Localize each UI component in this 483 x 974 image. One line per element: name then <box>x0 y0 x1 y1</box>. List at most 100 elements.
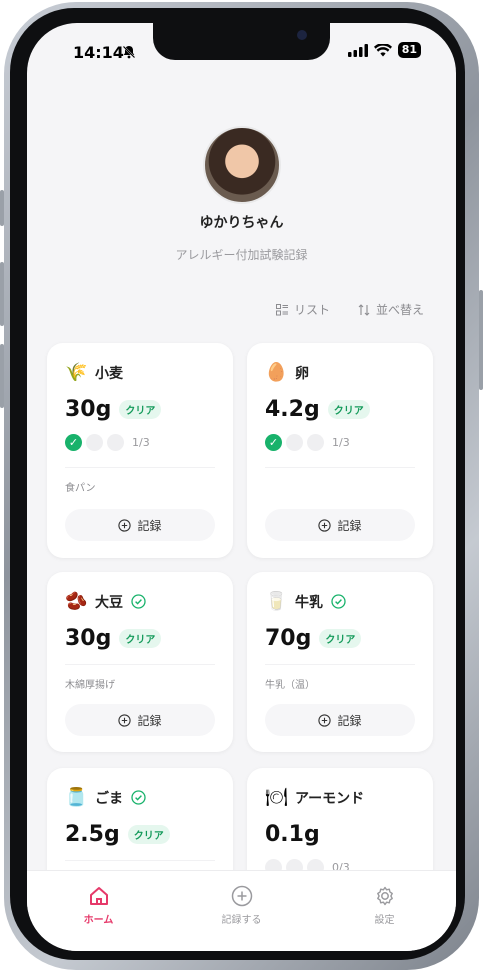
amount-row: 4.2g クリア <box>265 397 370 422</box>
amount-value: 30g <box>65 397 112 422</box>
amount-value: 4.2g <box>265 397 320 422</box>
plate-icon: 🍽 <box>265 787 288 808</box>
camera-lens <box>297 30 307 40</box>
food-note: 木綿厚揚げ <box>65 680 115 691</box>
divider <box>265 467 415 468</box>
food-name: 大豆 <box>95 594 123 611</box>
amount-value: 30g <box>65 626 112 651</box>
food-name: 卵 <box>295 365 309 382</box>
record-label: 記録 <box>337 713 362 728</box>
record-label: 記録 <box>137 518 162 533</box>
progress-dot-done: ✓ <box>265 434 282 451</box>
progress-dot <box>86 434 103 451</box>
milk-icon: 🥛 <box>265 591 288 612</box>
allergen-card-soy[interactable]: 🫘 大豆 30g クリア 木綿厚揚げ 記録 <box>47 572 233 752</box>
record-button[interactable]: 記録 <box>265 509 415 541</box>
allergen-card-egg[interactable]: 🥚 卵 4.2g クリア ✓ 1/3 記録 <box>247 343 433 558</box>
status-indicators: 81 <box>347 42 421 58</box>
tab-record-label: 記録する <box>221 915 262 926</box>
tab-settings-label: 設定 <box>374 915 395 926</box>
egg-icon: 🥚 <box>265 362 288 383</box>
avatar[interactable] <box>202 126 281 204</box>
profile-name: ゆかりちゃん <box>199 215 284 231</box>
tab-home[interactable]: ホーム <box>49 871 149 951</box>
divider <box>65 467 215 468</box>
record-button[interactable]: 記録 <box>265 704 415 736</box>
wheat-icon: 🌾 <box>65 362 88 383</box>
amount-row: 0.1g <box>265 822 320 847</box>
signal-icon <box>347 43 368 57</box>
view-controls: リスト 並べ替え <box>275 301 424 318</box>
food-name: 小麦 <box>95 365 123 382</box>
sort-label: 並べ替え <box>375 303 424 317</box>
side-button <box>0 262 4 326</box>
bell-slash-icon <box>122 44 136 63</box>
gear-icon <box>376 886 393 906</box>
list-view-label: リスト <box>293 303 330 317</box>
sort-icon <box>358 303 370 316</box>
clear-badge: クリア <box>119 629 162 648</box>
card-header: 🌾 小麦 <box>65 362 123 383</box>
side-button <box>0 344 4 408</box>
card-header: 🫙 ごま <box>65 787 146 808</box>
profile-subtitle: アレルギー付加試験記録 <box>175 248 308 262</box>
side-button <box>0 190 4 226</box>
progress-count: 1/3 <box>332 436 350 449</box>
dynamic-island <box>153 23 330 60</box>
progress-count: 1/3 <box>132 436 150 449</box>
amount-row: 70g クリア <box>265 626 362 651</box>
tab-home-label: ホーム <box>83 915 114 926</box>
progress-dot <box>286 434 303 451</box>
amount-value: 2.5g <box>65 822 120 847</box>
record-button[interactable]: 記録 <box>65 509 215 541</box>
tab-bar: ホーム 記録する 設定 <box>27 870 456 951</box>
amount-row: 30g クリア <box>65 626 162 651</box>
plus-circle-icon <box>231 885 252 907</box>
card-header: 🥚 卵 <box>265 362 309 383</box>
clear-badge: クリア <box>327 400 370 419</box>
jar-icon: 🫙 <box>65 787 88 808</box>
allergen-card-milk[interactable]: 🥛 牛乳 70g クリア 牛乳（温） 記録 <box>247 572 433 752</box>
tab-settings[interactable]: 設定 <box>335 871 435 951</box>
card-header: 🍽 アーモンド <box>265 787 364 808</box>
clear-badge: クリア <box>119 400 162 419</box>
amount-value: 0.1g <box>265 822 320 847</box>
amount-value: 70g <box>265 626 312 651</box>
food-note: 食パン <box>65 483 96 494</box>
side-button <box>479 290 483 390</box>
check-circle-icon <box>331 594 346 609</box>
plus-circle-icon <box>118 713 132 727</box>
amount-row: 30g クリア <box>65 397 162 422</box>
profile-header: ゆかりちゃん アレルギー付加試験記録 <box>27 126 456 263</box>
record-label: 記録 <box>337 518 362 533</box>
home-icon <box>89 887 108 905</box>
progress-dot-done: ✓ <box>65 434 82 451</box>
status-time: 14:14 <box>73 43 124 62</box>
list-view-button[interactable]: リスト <box>275 301 330 318</box>
progress-dot <box>107 434 124 451</box>
clear-badge: クリア <box>127 825 170 844</box>
sort-button[interactable]: 並べ替え <box>358 301 424 318</box>
tab-record[interactable]: 記録する <box>192 871 292 951</box>
progress-dot <box>307 434 324 451</box>
clear-badge: クリア <box>319 629 362 648</box>
food-name: ごま <box>95 790 123 807</box>
divider <box>265 664 415 665</box>
bean-icon: 🫘 <box>65 591 88 612</box>
record-label: 記録 <box>137 713 162 728</box>
battery-level: 81 <box>397 42 421 58</box>
food-note: 牛乳（温） <box>265 680 315 691</box>
check-circle-icon <box>131 594 146 609</box>
food-name: アーモンド <box>295 790 365 807</box>
food-name: 牛乳 <box>295 594 323 611</box>
amount-row: 2.5g クリア <box>65 822 170 847</box>
wifi-icon <box>373 43 392 56</box>
plus-circle-icon <box>318 713 332 727</box>
card-header: 🥛 牛乳 <box>265 591 346 612</box>
app-screen: 14:14 81 ゆかりちゃん アレルギー付加試験記録 リスト 並べ替え 🌾 小… <box>27 23 456 951</box>
trial-progress: ✓ 1/3 <box>265 434 350 451</box>
plus-circle-icon <box>318 518 332 532</box>
divider <box>65 664 215 665</box>
record-button[interactable]: 記録 <box>65 704 215 736</box>
allergen-card-wheat[interactable]: 🌾 小麦 30g クリア ✓ 1/3 食パン 記録 <box>47 343 233 558</box>
